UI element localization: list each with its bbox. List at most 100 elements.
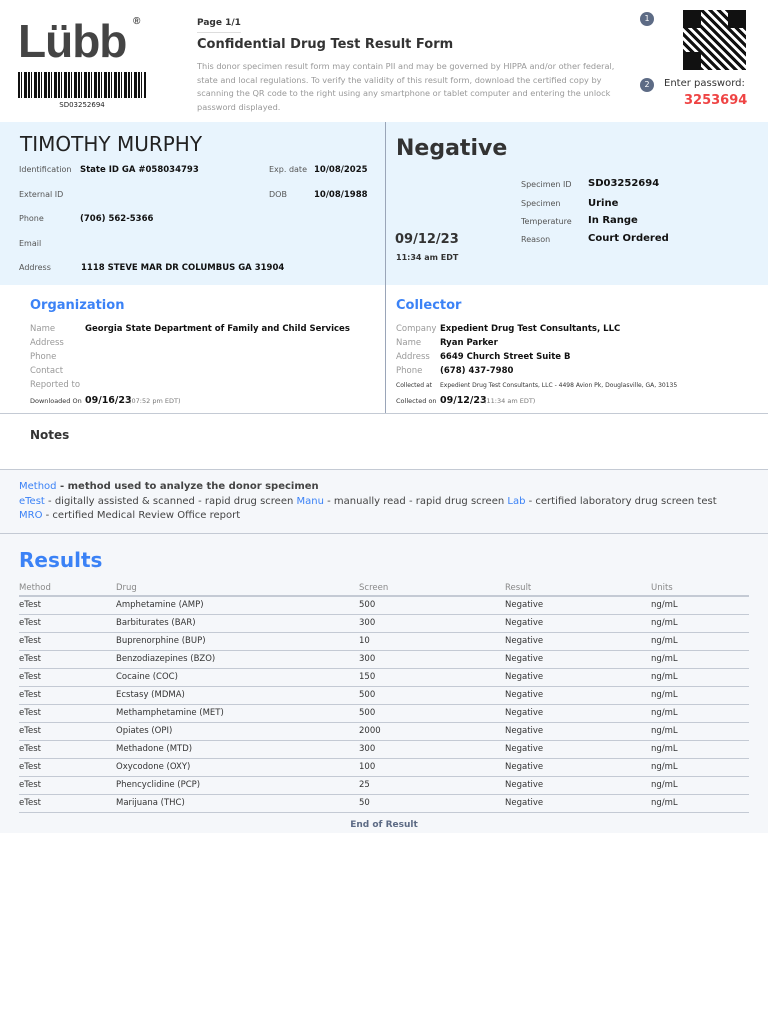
table-cell: eTest — [19, 650, 116, 669]
legend-method: Method - method used to analyze the dono… — [19, 481, 319, 492]
table-row: eTest Buprenorphine (BUP) 10 Negative ng/mL — [19, 632, 749, 651]
table-cell: Ecstasy (MDMA) — [116, 686, 359, 705]
org-name-value: Georgia State Department of Family and C… — [85, 324, 350, 334]
table-cell: ng/mL — [651, 668, 749, 687]
downloaded-time: (07:52 pm EDT) — [129, 397, 181, 405]
table-cell: ng/mL — [651, 596, 749, 615]
temperature-label: Temperature — [521, 217, 572, 226]
collector-phone-label: Phone — [396, 366, 423, 376]
end-of-result: End of Result — [350, 820, 418, 830]
table-cell: ng/mL — [651, 758, 749, 777]
phone-label: Phone — [19, 214, 44, 223]
table-cell: Negative — [505, 776, 651, 795]
table-cell: ng/mL — [651, 740, 749, 759]
lab-term: Lab — [507, 496, 526, 507]
org-phone-label: Phone — [30, 352, 57, 362]
table-cell: Phencyclidine (PCP) — [116, 776, 359, 795]
table-cell: Benzodiazepines (BZO) — [116, 650, 359, 669]
legend-mro: MRO - certified Medical Review Office re… — [19, 510, 240, 521]
table-cell: Methadone (MTD) — [116, 740, 359, 759]
table-cell: Buprenorphine (BUP) — [116, 632, 359, 651]
table-cell: 10 — [359, 632, 505, 651]
table-cell: ng/mL — [651, 686, 749, 705]
table-cell: Negative — [505, 704, 651, 723]
phone-value: (706) 562-5366 — [80, 214, 154, 224]
table-row: eTest Amphetamine (AMP) 500 Negative ng/mL — [19, 596, 749, 615]
collector-address-value: 6649 Church Street Suite B — [440, 352, 571, 362]
table-cell: Methamphetamine (MET) — [116, 704, 359, 723]
method-term: Method — [19, 481, 57, 492]
table-cell: Opiates (OPI) — [116, 722, 359, 741]
qr-code[interactable] — [683, 10, 746, 70]
table-row: eTest Ecstasy (MDMA) 500 Negative ng/mL — [19, 686, 749, 705]
table-cell: 50 — [359, 794, 505, 813]
table-cell: ng/mL — [651, 722, 749, 741]
reason-value: Court Ordered — [588, 233, 669, 244]
lab-desc: - certified laboratory drug screen test — [525, 496, 717, 507]
step-2-badge: 2 — [640, 78, 654, 92]
downloaded-date: 09/16/23 — [85, 395, 132, 406]
table-cell: Marijuana (THC) — [116, 794, 359, 813]
dob-value: 10/08/1988 — [314, 190, 368, 200]
collector-heading: Collector — [396, 298, 462, 313]
table-cell: Amphetamine (AMP) — [116, 596, 359, 615]
table-row: eTest Methadone (MTD) 300 Negative ng/mL — [19, 740, 749, 759]
table-row: eTest Cocaine (COC) 150 Negative ng/mL — [19, 668, 749, 687]
password-label: Enter password: — [664, 78, 745, 89]
table-cell: 500 — [359, 596, 505, 615]
org-reported-label: Reported to — [30, 380, 81, 390]
legend-methods: eTest - digitally assisted & scanned - r… — [19, 496, 717, 507]
table-cell: eTest — [19, 632, 116, 651]
collector-name-label: Name — [396, 338, 422, 348]
identification-label: Identification — [19, 165, 72, 174]
reason-label: Reason — [521, 235, 551, 244]
table-row: eTest Barbiturates (BAR) 300 Negative ng/mL — [19, 614, 749, 633]
collector-phone-value: (678) 437-7980 — [440, 366, 514, 376]
table-cell: eTest — [19, 596, 116, 615]
results-heading: Results — [19, 548, 103, 572]
table-cell: Negative — [505, 632, 651, 651]
method-desc: - method used to analyze the donor speci… — [56, 481, 319, 492]
divider — [0, 413, 768, 414]
org-contact-label: Contact — [30, 366, 64, 376]
barcode-number: SD03252694 — [59, 101, 105, 109]
collector-company-label: Company — [396, 324, 437, 334]
step-1-badge: 1 — [640, 12, 654, 26]
specimen-id-value: SD03252694 — [588, 178, 660, 189]
column-header: Result — [505, 580, 651, 597]
table-cell: Negative — [505, 686, 651, 705]
etest-desc: - digitally assisted & scanned - rapid d… — [44, 496, 297, 507]
table-row: eTest Oxycodone (OXY) 100 Negative ng/mL — [19, 758, 749, 777]
table-cell: eTest — [19, 686, 116, 705]
page-number: Page 1/1 — [197, 18, 241, 33]
table-cell: 2000 — [359, 722, 505, 741]
table-cell: Cocaine (COC) — [116, 668, 359, 687]
table-cell: Negative — [505, 614, 651, 633]
table-cell: eTest — [19, 794, 116, 813]
table-cell: Negative — [505, 596, 651, 615]
downloaded-label: Downloaded On — [30, 397, 82, 405]
table-cell: eTest — [19, 704, 116, 723]
column-header: Screen — [359, 580, 505, 597]
collected-at-label: Collected at — [396, 382, 432, 389]
password: 3253694 — [684, 93, 748, 108]
mro-term: MRO — [19, 510, 43, 521]
table-cell: Negative — [505, 794, 651, 813]
table-cell: 25 — [359, 776, 505, 795]
table-cell: Negative — [505, 740, 651, 759]
collector-address-label: Address — [396, 352, 430, 362]
table-cell: ng/mL — [651, 650, 749, 669]
specimen-value: Urine — [588, 198, 619, 209]
table-cell: 150 — [359, 668, 505, 687]
org-name-label: Name — [30, 324, 56, 334]
address-value: 1118 STEVE MAR DR COLUMBUS GA 31904 — [81, 263, 285, 273]
table-cell: eTest — [19, 740, 116, 759]
manu-term: Manu — [296, 496, 324, 507]
table-cell: eTest — [19, 758, 116, 777]
table-cell: Barbiturates (BAR) — [116, 614, 359, 633]
dob-label: DOB — [269, 190, 287, 199]
table-row: eTest Benzodiazepines (BZO) 300 Negative ng/… — [19, 650, 749, 669]
table-cell: Oxycodone (OXY) — [116, 758, 359, 777]
table-cell: eTest — [19, 614, 116, 633]
collected-on-date: 09/12/23 — [440, 395, 487, 406]
